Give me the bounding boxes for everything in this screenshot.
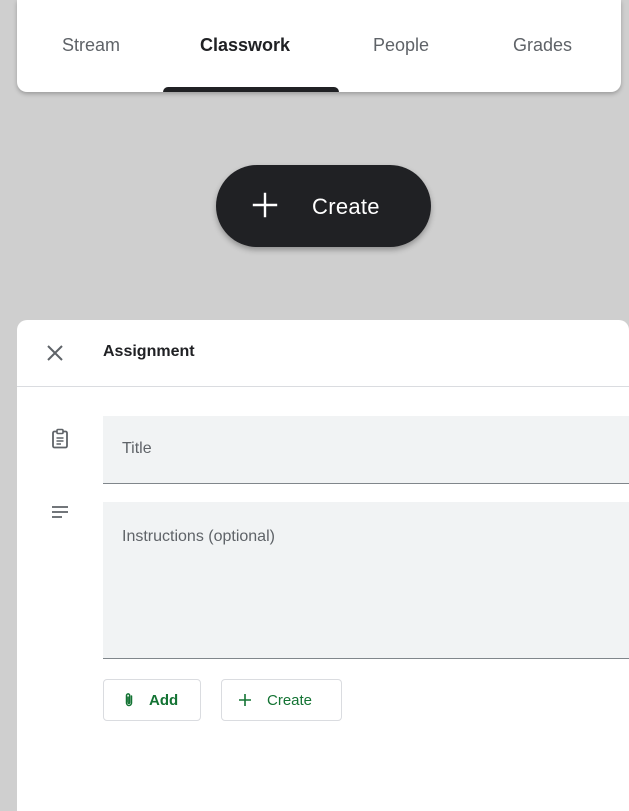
dialog-title: Assignment <box>103 343 195 360</box>
create-material-button[interactable]: Create <box>221 679 342 721</box>
tab-people[interactable]: People <box>373 35 429 56</box>
tab-classwork[interactable]: Classwork <box>200 35 290 56</box>
create-button-label: Create <box>312 194 380 219</box>
add-button-label: Add <box>149 692 179 709</box>
tab-bar: Stream Classwork People Grades <box>17 0 621 92</box>
active-tab-indicator <box>163 87 339 92</box>
assignment-dialog: Assignment Title Instructions (optional)… <box>17 320 629 811</box>
assignment-icon <box>49 428 71 450</box>
notes-icon <box>49 502 71 524</box>
dialog-header: Assignment <box>17 320 629 387</box>
title-placeholder: Title <box>122 440 152 457</box>
plus-icon <box>237 692 253 708</box>
create-button-label-small: Create <box>267 692 313 709</box>
title-input[interactable]: Title <box>103 416 629 484</box>
add-attachment-button[interactable]: Add <box>103 679 201 721</box>
create-button[interactable]: Create <box>216 165 431 247</box>
plus-icon <box>252 192 278 218</box>
instructions-placeholder: Instructions (optional) <box>122 528 275 545</box>
paperclip-icon <box>121 692 137 708</box>
tab-grades[interactable]: Grades <box>513 35 572 56</box>
tab-stream[interactable]: Stream <box>62 35 120 56</box>
close-icon[interactable] <box>46 344 64 362</box>
instructions-input[interactable]: Instructions (optional) <box>103 502 629 659</box>
